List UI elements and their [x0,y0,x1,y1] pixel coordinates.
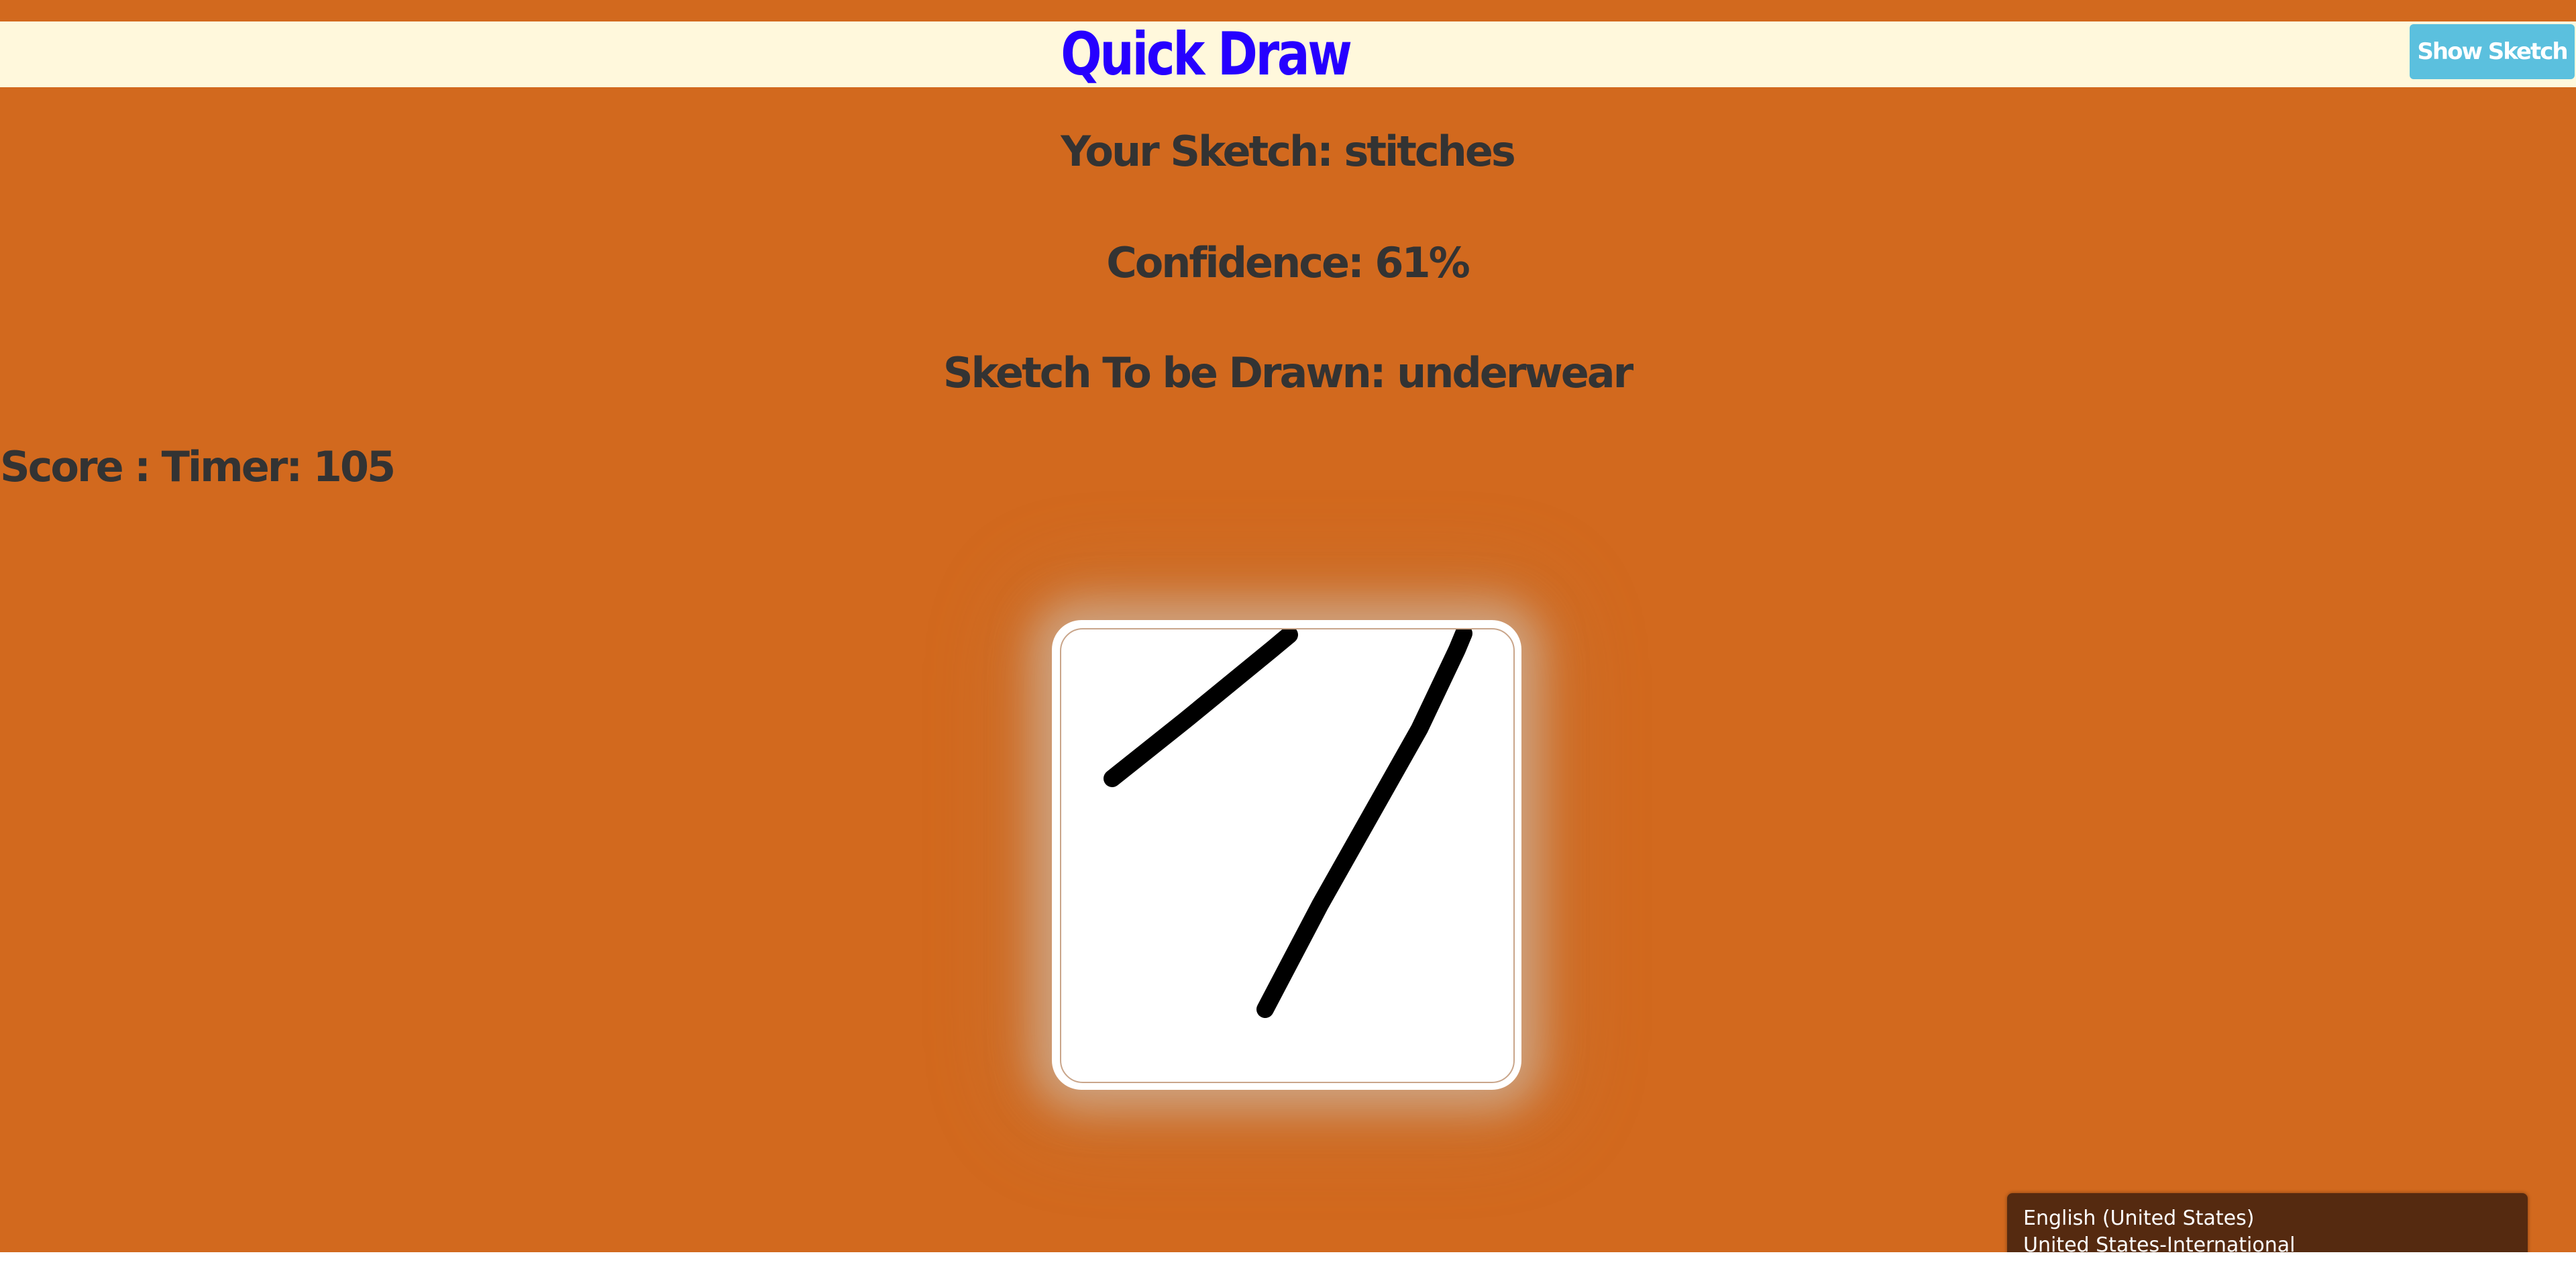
drawing-canvas-frame [1052,620,1521,1090]
score-timer-label: Score : Timer: 105 [0,442,396,491]
language-name: English (United States) [2023,1207,2255,1230]
sketch-strokes [1104,629,1472,1018]
drawing-canvas[interactable] [1060,628,1515,1083]
confidence-label: Confidence: 61% [1106,238,1470,287]
your-sketch-label: Your Sketch: stitches [1061,127,1516,176]
sketch-stroke [1104,629,1298,787]
bottom-strip [0,1252,2576,1271]
show-sketch-button[interactable]: Show Sketch [2410,24,2575,79]
quick-draw-page: Quick Draw Show Sketch Your Sketch: stit… [0,0,2576,1271]
sketch-to-draw-label: Sketch To be Drawn: underwear [943,348,1633,397]
app-title: Quick Draw [1061,19,1352,89]
sketch-stroke [1256,629,1472,1018]
